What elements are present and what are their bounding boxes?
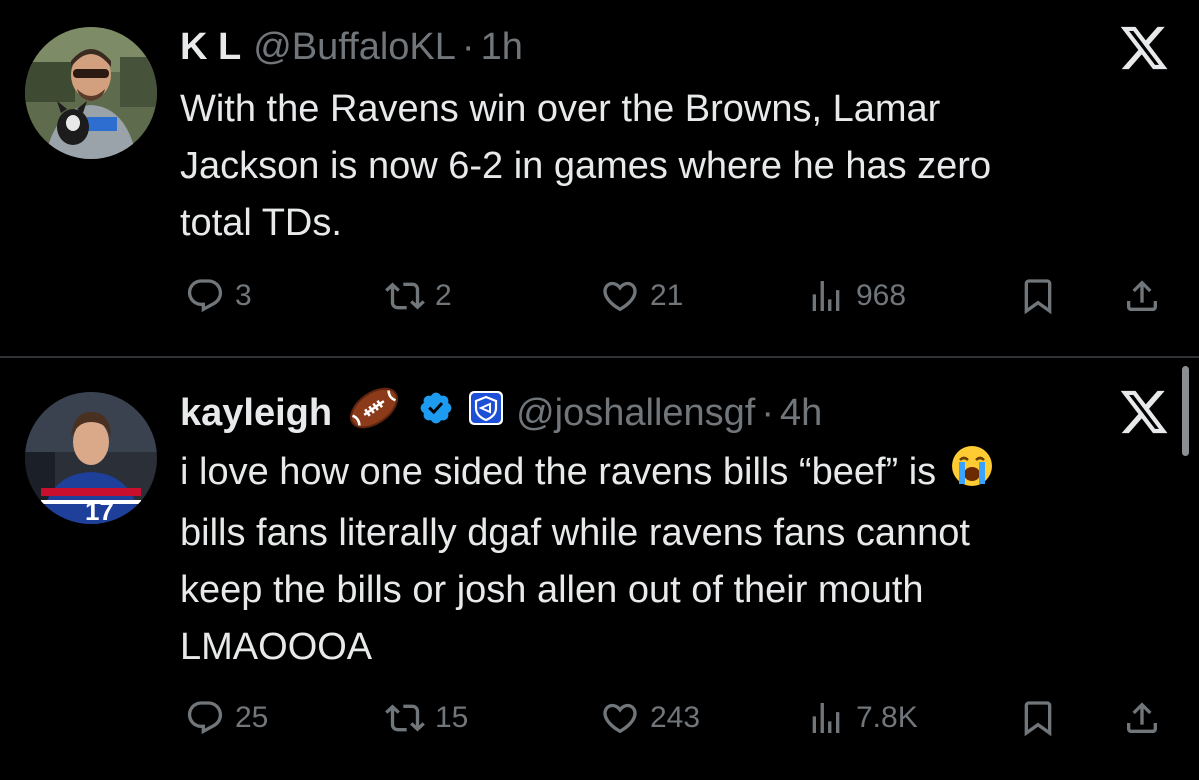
svg-text:17: 17	[85, 496, 114, 524]
x-logo-icon	[1118, 386, 1170, 438]
reply-count: 25	[235, 701, 269, 734]
tweet-text-line: keep the bills or josh allen out of thei…	[180, 569, 924, 611]
tweet-text-line: Jackson is now 6-2 in games where he has…	[180, 145, 992, 187]
action-bar: 25 15 243 7.8K	[0, 688, 1199, 748]
like-count: 21	[650, 279, 684, 312]
heart-icon	[603, 281, 637, 312]
share-button[interactable]	[1122, 266, 1162, 326]
tweet-text-line: With the Ravens win over the Browns, Lam…	[180, 88, 941, 130]
tweet-text: i love how one sided the ravens bills “b…	[180, 444, 1170, 676]
views-chart-icon	[812, 703, 840, 733]
like-button[interactable]: 21	[600, 266, 683, 326]
tweet-header: K L @BuffaloKL · 1h	[180, 22, 523, 72]
views-button[interactable]: 968	[806, 266, 906, 326]
repost-icon	[385, 282, 425, 310]
separator-dot: ·	[761, 391, 774, 434]
views-button[interactable]: 7.8K	[806, 688, 918, 748]
heart-icon	[603, 703, 637, 734]
repost-icon	[385, 704, 425, 732]
bookmark-button[interactable]	[1018, 688, 1058, 748]
reply-button[interactable]: 3	[185, 266, 252, 326]
user-handle[interactable]: @BuffaloKL	[253, 26, 456, 69]
share-icon	[1127, 702, 1157, 733]
like-count: 243	[650, 701, 701, 734]
loudly-crying-face-emoji-icon	[950, 444, 994, 505]
like-button[interactable]: 243	[600, 688, 700, 748]
avatar[interactable]	[25, 27, 157, 159]
tweet-text-line: total TDs.	[180, 202, 342, 244]
reply-button[interactable]: 25	[185, 688, 268, 748]
tweet-header: kayleigh @joshallensgf · 4h	[180, 385, 822, 441]
display-name[interactable]: kayleigh	[180, 392, 332, 435]
verified-badge-icon[interactable]	[418, 390, 454, 436]
user-handle[interactable]: @joshallensgf	[516, 392, 755, 435]
repost-button[interactable]: 2	[385, 266, 452, 326]
bookmark-icon	[1024, 279, 1052, 315]
x-logo-icon	[1118, 22, 1170, 74]
scrollbar[interactable]	[1182, 366, 1189, 456]
tweet-text: With the Ravens win over the Browns, Lam…	[180, 81, 1170, 252]
tweet-text-line: bills fans literally dgaf while ravens f…	[180, 512, 970, 554]
tweet-text-line-content: i love how one sided the ravens bills “b…	[180, 451, 937, 493]
bookmark-icon	[1024, 701, 1052, 737]
shield-affiliate-badge-icon[interactable]	[468, 390, 504, 436]
separator-dot: ·	[461, 25, 475, 68]
reply-icon	[187, 701, 223, 735]
tweet-text-line: LMAOOOA	[180, 626, 373, 668]
bookmark-button[interactable]	[1018, 266, 1058, 326]
timestamp[interactable]: 1h	[481, 26, 523, 69]
timestamp[interactable]: 4h	[780, 392, 822, 435]
views-chart-icon	[812, 281, 840, 311]
reply-icon	[187, 279, 223, 313]
display-name[interactable]: K L	[180, 26, 241, 69]
repost-count: 2	[435, 279, 452, 312]
repost-count: 15	[435, 701, 469, 734]
share-button[interactable]	[1122, 688, 1162, 748]
views-count: 7.8K	[856, 701, 918, 734]
action-bar: 3 2 21 968	[0, 266, 1199, 326]
tweet-1[interactable]: K L @BuffaloKL · 1h With the Ravens win …	[0, 0, 1199, 356]
views-count: 968	[856, 279, 907, 312]
repost-button[interactable]: 15	[385, 688, 468, 748]
share-icon	[1127, 280, 1157, 311]
tweet-text-line: i love how one sided the ravens bills “b…	[180, 444, 1170, 505]
reply-count: 3	[235, 279, 252, 312]
football-emoji-icon	[346, 385, 402, 441]
tweet-2[interactable]: 17 kayleigh @joshallensgf · 4h i love ho…	[0, 358, 1199, 780]
avatar[interactable]: 17	[25, 392, 157, 524]
